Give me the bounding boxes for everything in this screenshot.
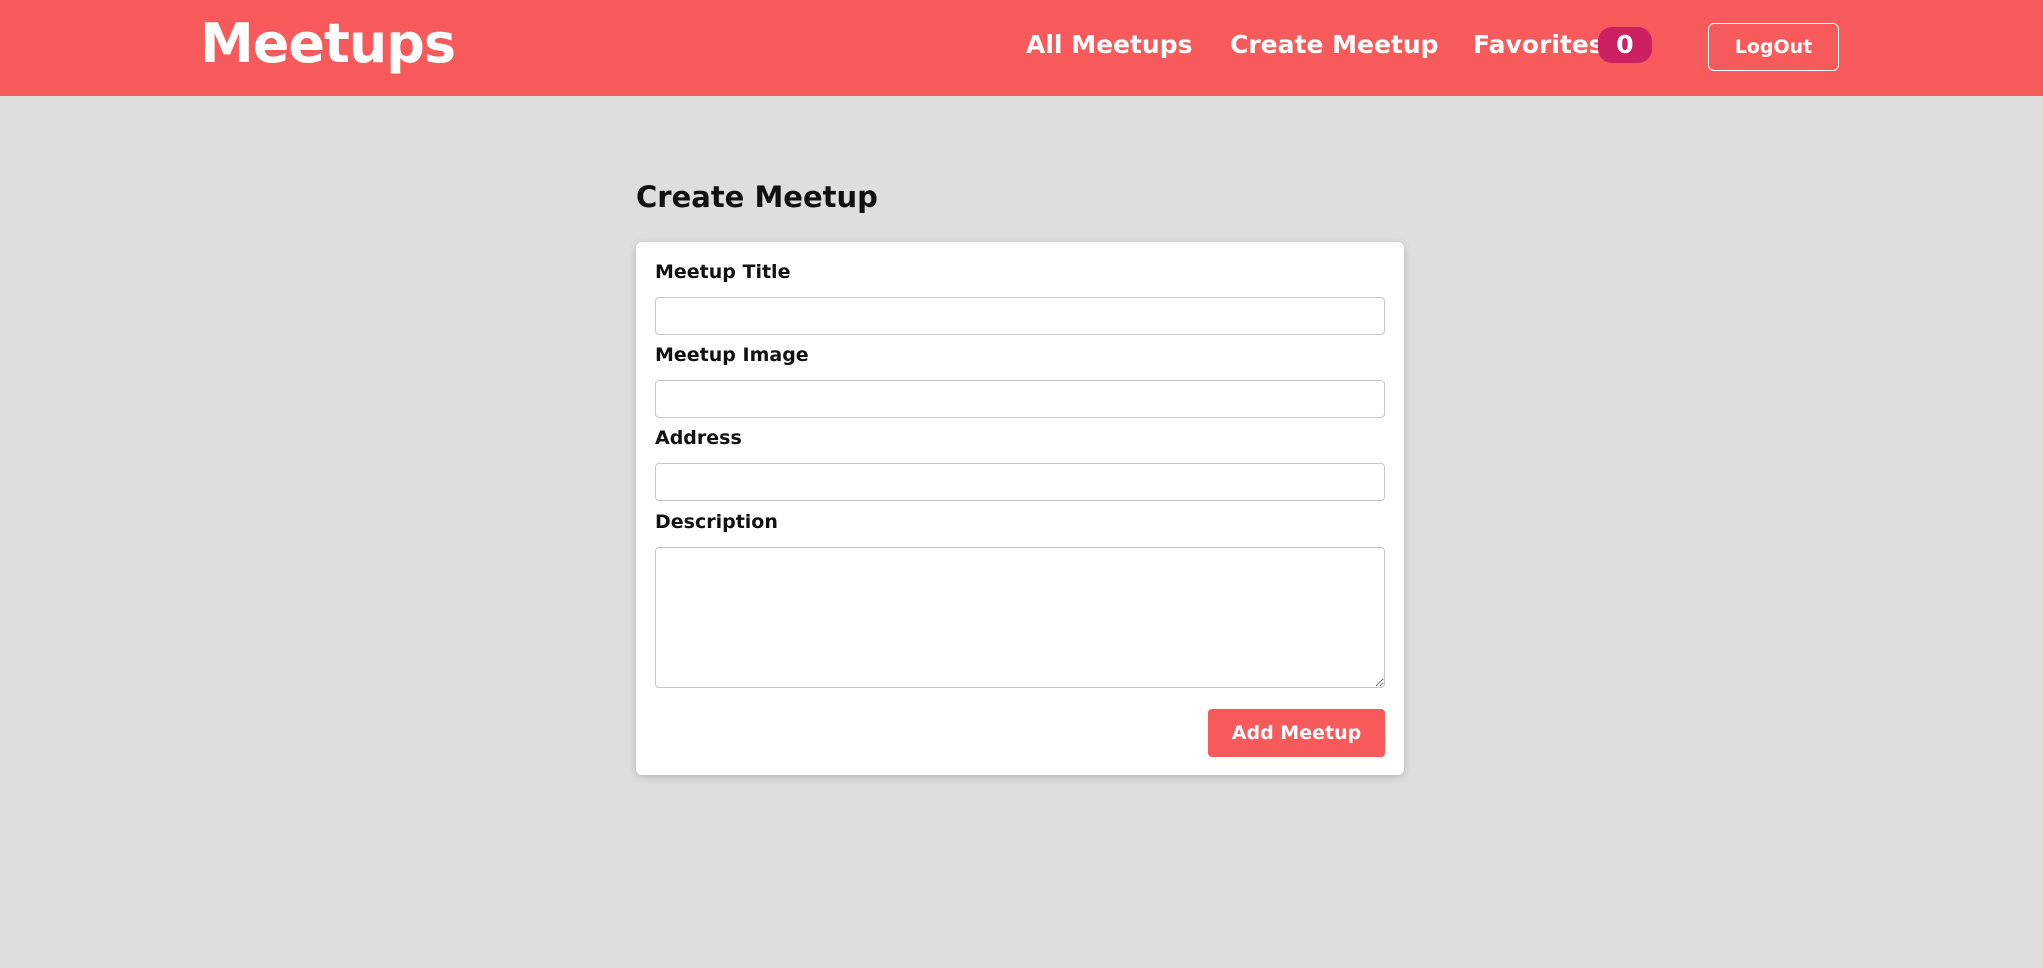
meetups-logo[interactable]: Meetups [200, 12, 456, 75]
description-label: Description [655, 511, 778, 533]
description-textarea[interactable] [655, 547, 1385, 688]
nav-all-meetups[interactable]: All Meetups [1026, 30, 1193, 59]
meetup-image-label: Meetup Image [655, 344, 809, 366]
address-label: Address [655, 427, 742, 449]
meetup-title-label: Meetup Title [655, 261, 791, 283]
page-title: Create Meetup [636, 180, 878, 214]
meetup-title-input[interactable] [655, 297, 1385, 335]
favorites-count-badge: 0 [1598, 27, 1652, 63]
address-input[interactable] [655, 463, 1385, 501]
top-navbar: Meetups All Meetups Create Meetup Favori… [0, 0, 2043, 96]
create-meetup-form: Meetup Title Meetup Image Address Descri… [636, 242, 1404, 775]
logout-button[interactable]: LogOut [1708, 23, 1839, 71]
meetup-image-input[interactable] [655, 380, 1385, 418]
add-meetup-button[interactable]: Add Meetup [1208, 709, 1385, 757]
nav-create-meetup[interactable]: Create Meetup [1230, 30, 1439, 59]
nav-favorites[interactable]: Favorites [1473, 30, 1604, 59]
